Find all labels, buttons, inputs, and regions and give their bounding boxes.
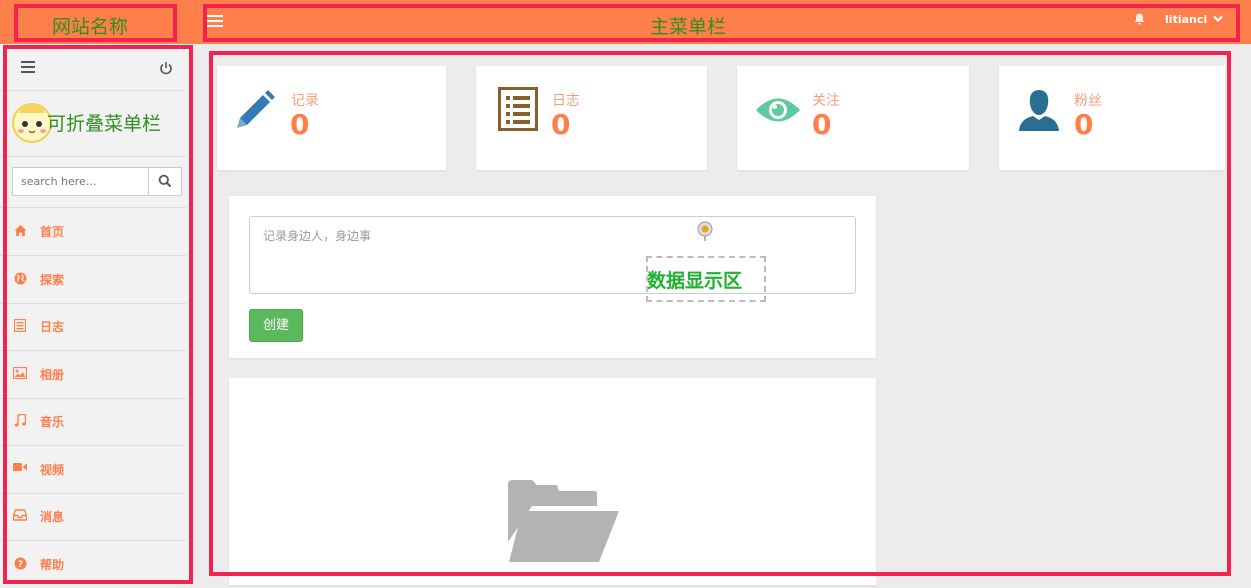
bell-icon[interactable]	[1134, 13, 1145, 28]
main-menu-label: 主菜单栏	[650, 16, 727, 38]
user-menu[interactable]: litianci	[1165, 13, 1223, 26]
menu-toggle-icon[interactable]	[207, 12, 223, 32]
site-name-annotation: 网站名称	[14, 4, 177, 42]
data-area-annotation	[209, 51, 1231, 576]
user-name: litianci	[1165, 13, 1208, 26]
main-menu-annotation: 主菜单栏	[203, 4, 1240, 42]
site-name-label: 网站名称	[52, 16, 129, 38]
sidebar-annotation	[3, 45, 193, 584]
chevron-down-icon	[1213, 13, 1223, 26]
